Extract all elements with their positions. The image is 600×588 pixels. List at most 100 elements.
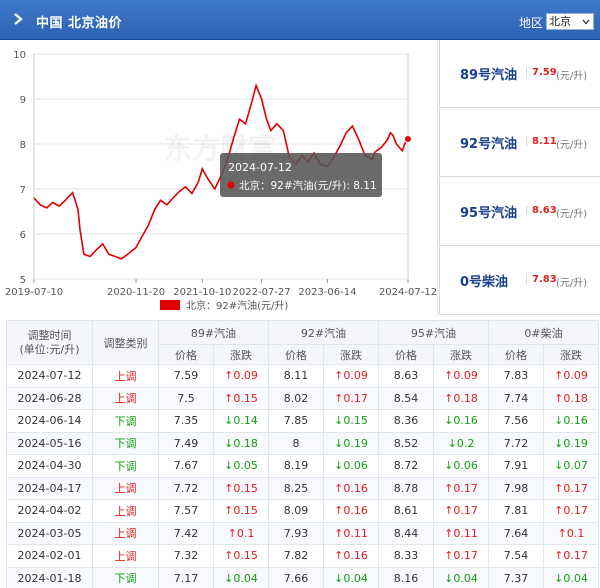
cell-price: 8.63: [378, 364, 434, 388]
price-unit: (元/升): [556, 71, 588, 82]
table-row: 2024-01-18 下调 7.17 ↓0.04 7.66 ↓0.04 8.16 ↓0.04 7…: [6, 566, 599, 588]
x-tick-label: 2021-10-10: [173, 287, 231, 298]
cell-price: 7.82: [268, 544, 324, 568]
cell-price: 7.49: [158, 431, 214, 455]
page-header: 中国 北京油价 地区 北京: [0, 0, 600, 40]
cell-price: 7.54: [488, 544, 544, 568]
col-price: 价格: [268, 344, 324, 365]
cell-change: ↑0.09: [543, 364, 599, 388]
cell-adjust-type: 下调: [92, 454, 159, 478]
table-row: 2024-06-28 上调 7.5 ↑0.15 8.02 ↑0.17 8.54 ↑0.18 7.…: [6, 386, 599, 410]
cell-change: ↓0.05: [213, 454, 269, 478]
cell-change: ↑0.17: [433, 476, 489, 500]
cell-change: ↑0.1: [543, 521, 599, 545]
cell-change: ↓0.14: [213, 409, 269, 433]
cell-adjust-type: 下调: [92, 409, 159, 433]
price-unit: (元/升): [556, 209, 588, 220]
cell-price: 7.85: [268, 409, 324, 433]
price-value: 8.63: [532, 205, 557, 216]
region-select[interactable]: 北京: [546, 13, 594, 30]
price-card-95: 95号汽油 | 8.63 (元/升): [439, 178, 600, 246]
cell-change: ↓0.16: [433, 409, 489, 433]
legend-swatch: [160, 300, 180, 310]
page-title: 中国 北京油价: [36, 16, 123, 31]
table-row: 2024-07-12 上调 7.59 ↑0.09 8.11 ↑0.09 8.63 ↑0.09 7…: [6, 364, 599, 388]
cell-price: 7.64: [488, 521, 544, 545]
cell-date: 2024-02-01: [6, 544, 93, 568]
cell-change: ↑0.17: [543, 476, 599, 500]
cell-change: ↓0.15: [323, 409, 379, 433]
col-change: 涨跌: [433, 344, 489, 365]
cell-adjust-type: 上调: [92, 386, 159, 410]
cell-date: 2024-04-02: [6, 499, 93, 523]
tooltip-marker: [227, 181, 235, 189]
cell-price: 8.25: [268, 476, 324, 500]
cell-change: ↓0.19: [543, 431, 599, 455]
current-price-panel: 89号汽油 | 7.59 (元/升) 92号汽油 | 8.11 (元/升) 95…: [439, 40, 600, 320]
col-price: 价格: [378, 344, 434, 365]
cell-change: ↑0.16: [323, 476, 379, 500]
cell-price: 7.57: [158, 499, 214, 523]
table-row: 2024-05-16 下调 7.49 ↓0.18 8 ↓0.19 8.52 ↓0.2 7.72 ↓…: [6, 431, 599, 455]
cell-change: ↑0.11: [323, 521, 379, 545]
cell-change: ↓0.06: [323, 454, 379, 478]
col-fuel-diesel: 0#柴油: [488, 320, 599, 345]
cell-price: 8.02: [268, 386, 324, 410]
chart-tooltip: 2024-07-12 北京：92#汽油(元/升): 8.11: [220, 153, 382, 197]
cell-change: ↑0.15: [213, 499, 269, 523]
cell-change: ↓0.04: [323, 566, 379, 588]
col-price: 价格: [488, 344, 544, 365]
cell-date: 2024-01-18: [6, 566, 93, 588]
region-select-value: 北京: [549, 15, 571, 28]
cell-price: 7.56: [488, 409, 544, 433]
cell-date: 2024-03-05: [6, 521, 93, 545]
cell-price: 8.72: [378, 454, 434, 478]
cell-change: ↑0.16: [323, 544, 379, 568]
cell-date: 2024-04-30: [6, 454, 93, 478]
table-row: 2024-04-17 上调 7.72 ↑0.15 8.25 ↑0.16 8.78 ↑0.17 7…: [6, 476, 599, 500]
col-adjust-time: 调整时间 (单位:元/升): [6, 320, 93, 365]
data-point-latest: [404, 135, 412, 144]
table-row: 2024-04-02 上调 7.57 ↑0.15 8.09 ↑0.16 8.61 ↑0.17 7…: [6, 499, 599, 523]
col-change: 涨跌: [543, 344, 599, 365]
cell-date: 2024-07-12: [6, 364, 93, 388]
table-row: 2024-06-14 下调 7.35 ↓0.14 7.85 ↓0.15 8.36 ↓0.16 7…: [6, 409, 599, 433]
cell-adjust-type: 上调: [92, 499, 159, 523]
table-row: 2024-04-30 下调 7.67 ↓0.05 8.19 ↓0.06 8.72 ↓0.06 7…: [6, 454, 599, 478]
cell-price: 7.91: [488, 454, 544, 478]
cell-change: ↓0.16: [543, 409, 599, 433]
cell-price: 7.81: [488, 499, 544, 523]
cell-price: 8.11: [268, 364, 324, 388]
y-tick-label: 8: [20, 140, 26, 151]
cell-adjust-type: 上调: [92, 521, 159, 545]
cell-change: ↑0.18: [543, 386, 599, 410]
cell-date: 2024-06-28: [6, 386, 93, 410]
price-line-chart: 56789102019-07-10 2020-11-20 2021-10-10 202…: [5, 50, 437, 312]
table-row: 2024-02-01 上调 7.32 ↑0.15 7.82 ↑0.16 8.33 ↑0.17 7…: [6, 544, 599, 568]
col-fuel-89: 89#汽油: [158, 320, 269, 345]
chevron-right-icon: [14, 13, 23, 25]
price-card-89: 89号汽油 | 7.59 (元/升): [439, 40, 600, 108]
price-value: 8.11: [532, 136, 557, 147]
cell-change: ↑0.17: [433, 499, 489, 523]
y-tick-label: 6: [20, 230, 26, 241]
cell-adjust-type: 下调: [92, 431, 159, 455]
col-change: 涨跌: [323, 344, 379, 365]
cell-price: 7.35: [158, 409, 214, 433]
cell-adjust-type: 上调: [92, 544, 159, 568]
price-type: 92号汽油: [460, 137, 518, 152]
y-tick-label: 5: [20, 275, 26, 286]
cell-adjust-type: 上调: [92, 476, 159, 500]
tooltip-text: 北京：92#汽油(元/升): 8.11: [239, 179, 377, 192]
chevron-down-icon: [582, 19, 590, 25]
cell-price: 8.44: [378, 521, 434, 545]
price-card-diesel: 0号柴油 | 7.83 (元/升): [439, 247, 600, 315]
cell-price: 7.32: [158, 544, 214, 568]
price-chart: 5 6 7 8 9 10 2019-07-10 2020-11-20 2021-10-10 202…: [0, 40, 438, 316]
cell-price: 8.19: [268, 454, 324, 478]
x-tick-label: 2020-11-20: [107, 287, 165, 298]
cell-price: 7.93: [268, 521, 324, 545]
cell-price: 7.74: [488, 386, 544, 410]
price-type: 89号汽油: [460, 68, 518, 83]
cell-change: ↓0.04: [213, 566, 269, 588]
